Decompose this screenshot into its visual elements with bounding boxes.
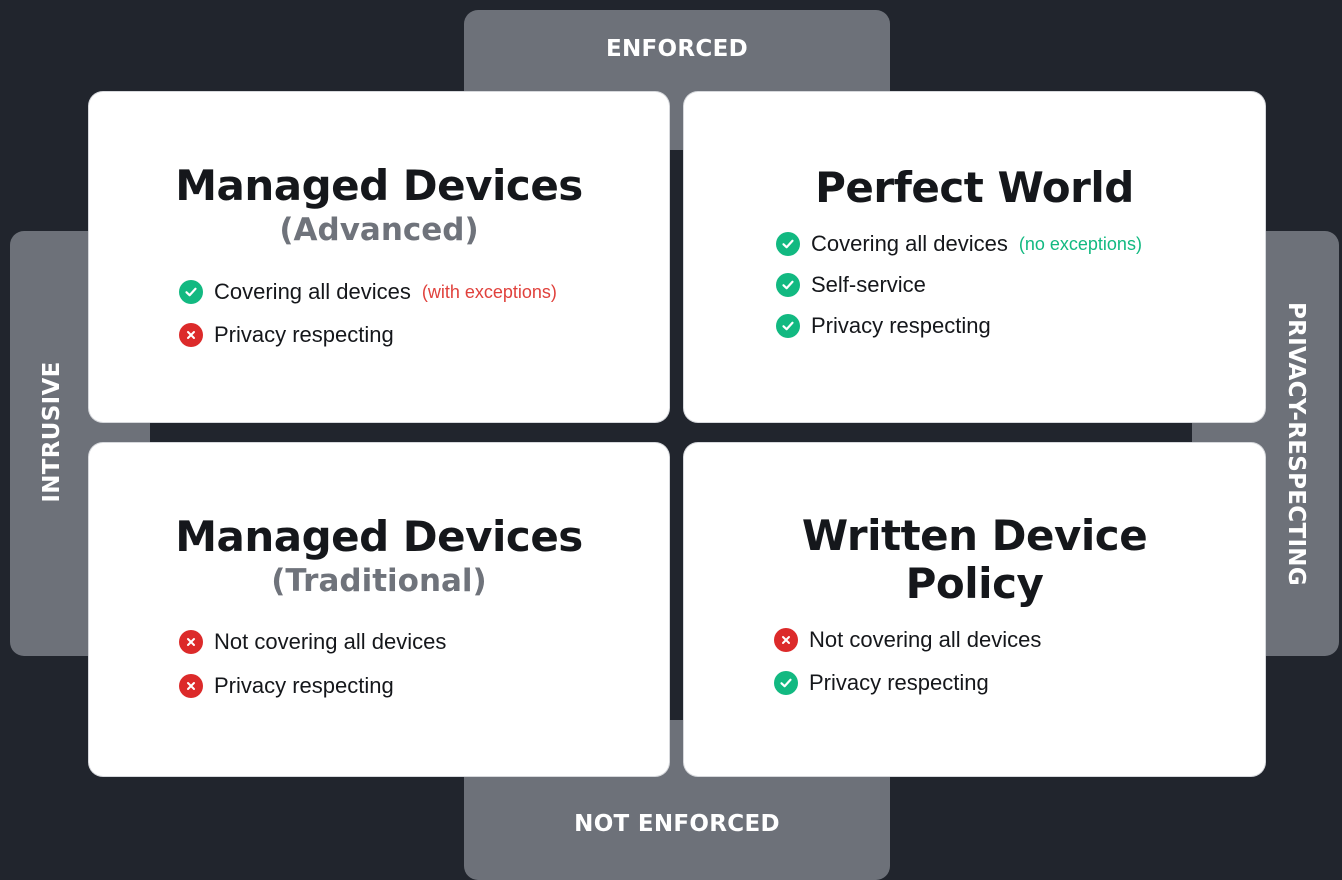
criteria-item: Covering all devices (with exceptions) <box>179 279 557 305</box>
check-circle-icon <box>774 671 798 695</box>
criteria-text: Privacy respecting <box>809 670 989 695</box>
criteria-text: Self-service <box>811 272 926 297</box>
quadrant-title: Managed Devices <box>175 512 583 561</box>
axis-label-not-enforced: NOT ENFORCED <box>574 811 780 837</box>
criteria-note: (with exceptions) <box>421 281 557 302</box>
criteria-text: Not covering all devices <box>214 629 447 654</box>
criteria-item: Privacy respecting <box>774 670 1041 696</box>
quadrant-written-device-policy: Written Device Policy Not covering all d… <box>684 443 1265 776</box>
x-circle-icon <box>179 323 203 347</box>
quadrant-perfect-world: Perfect World Covering all devices (no e… <box>684 92 1265 422</box>
x-circle-icon <box>179 674 203 698</box>
quadrant-title: Managed Devices <box>175 161 583 210</box>
axis-label-enforced: ENFORCED <box>605 36 749 62</box>
check-circle-icon <box>776 232 800 256</box>
x-circle-icon <box>774 628 798 652</box>
criteria-list: Covering all devices (with exceptions) P… <box>179 279 557 348</box>
quadrant-managed-devices-advanced: Managed Devices (Advanced) Covering all … <box>89 92 669 422</box>
criteria-item: Privacy respecting <box>776 313 1142 339</box>
quadrant-title-line-2: Policy <box>905 559 1044 608</box>
axis-label-privacy-respecting: PRIVACY-RESPECTING <box>1283 301 1309 587</box>
criteria-item: Covering all devices (no exceptions) <box>776 231 1142 257</box>
check-circle-icon <box>179 280 203 304</box>
quadrant-title-line-1: Written Device <box>801 511 1148 560</box>
axis-label-intrusive: INTRUSIVE <box>39 361 65 503</box>
criteria-list: Not covering all devices Privacy respect… <box>179 629 446 699</box>
quadrant-managed-devices-traditional: Managed Devices (Traditional) Not coveri… <box>89 443 669 776</box>
criteria-text: Privacy respecting <box>214 322 394 347</box>
check-circle-icon <box>776 273 800 297</box>
criteria-text: Privacy respecting <box>214 673 394 698</box>
criteria-item: Privacy respecting <box>179 322 557 348</box>
criteria-item: Not covering all devices <box>179 629 446 655</box>
check-circle-icon <box>776 314 800 338</box>
criteria-text: Covering all devices <box>811 231 1008 256</box>
criteria-text: Privacy respecting <box>811 313 991 338</box>
criteria-item: Self-service <box>776 272 1142 298</box>
quadrant-subtitle: (Traditional) <box>271 563 487 599</box>
criteria-item: Privacy respecting <box>179 673 446 699</box>
quadrant-subtitle: (Advanced) <box>279 212 479 248</box>
criteria-list: Not covering all devices Privacy respect… <box>774 627 1041 696</box>
criteria-item: Not covering all devices <box>774 627 1041 653</box>
criteria-list: Covering all devices (no exceptions) Sel… <box>776 231 1142 339</box>
criteria-note: (no exceptions) <box>1018 233 1142 254</box>
quadrant-title: Perfect World <box>815 163 1134 212</box>
criteria-text: Covering all devices <box>214 279 411 304</box>
x-circle-icon <box>179 630 203 654</box>
criteria-text: Not covering all devices <box>809 627 1042 652</box>
